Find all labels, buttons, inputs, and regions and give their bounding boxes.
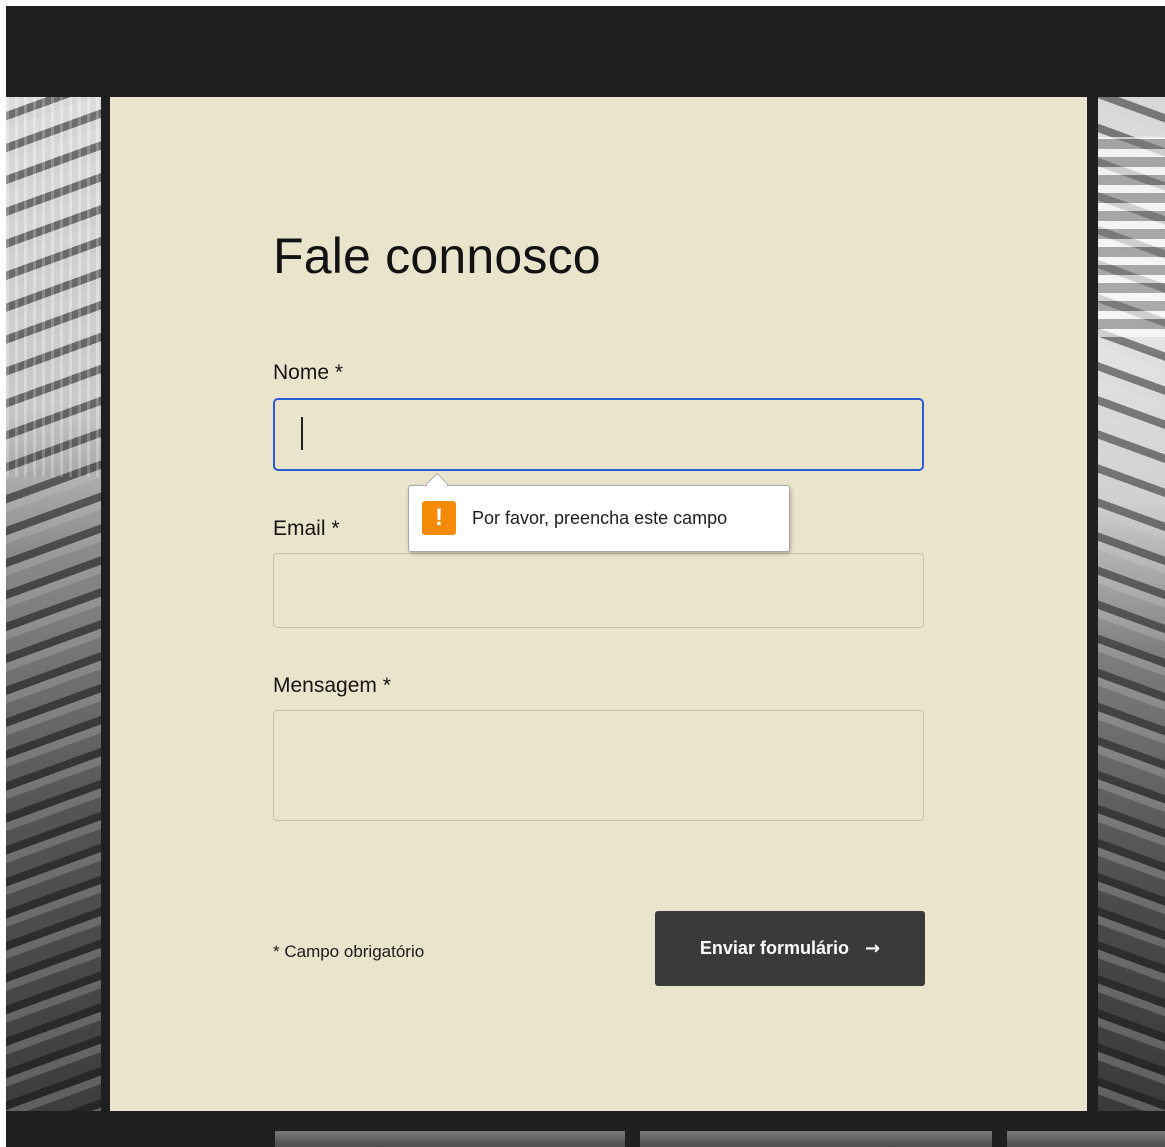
auditorium-photo-left [6,97,101,1111]
submit-button-label: Enviar formulário [699,938,849,958]
page-frame: Fale connosco Nome * Email * Mensagem * … [6,6,1165,1147]
warning-icon: ! [422,501,456,535]
message-label-text: Mensagem [273,674,377,697]
auditorium-photo-right [1098,97,1165,1111]
arrow-right-icon: → [864,938,881,959]
bottom-thumbnail [1007,1131,1165,1147]
required-asterisk: * [331,517,340,540]
contact-form-card: Fale connosco Nome * Email * Mensagem * … [110,97,1087,1111]
submit-form-button[interactable]: Enviar formulário → [655,911,925,986]
bottom-thumbnail [275,1131,625,1147]
bottom-image-strip [6,1131,1165,1147]
name-input[interactable] [273,398,924,471]
form-title: Fale connosco [273,228,601,284]
email-label-text: Email [273,517,326,540]
email-label: Email * [273,517,340,541]
text-caret [301,417,303,450]
required-asterisk: * [382,674,391,697]
name-label: Nome * [273,361,343,385]
email-input[interactable] [273,553,924,628]
required-asterisk: * [334,361,344,384]
validation-message: Por favor, preencha este campo [472,508,728,528]
message-textarea[interactable] [273,710,924,821]
required-field-note: * Campo obrigatório [273,942,425,961]
name-label-text: Nome [273,361,330,384]
bottom-thumbnail [640,1131,992,1147]
message-label: Mensagem * [273,674,391,698]
validation-tooltip: ! Por favor, preencha este campo [408,472,790,552]
